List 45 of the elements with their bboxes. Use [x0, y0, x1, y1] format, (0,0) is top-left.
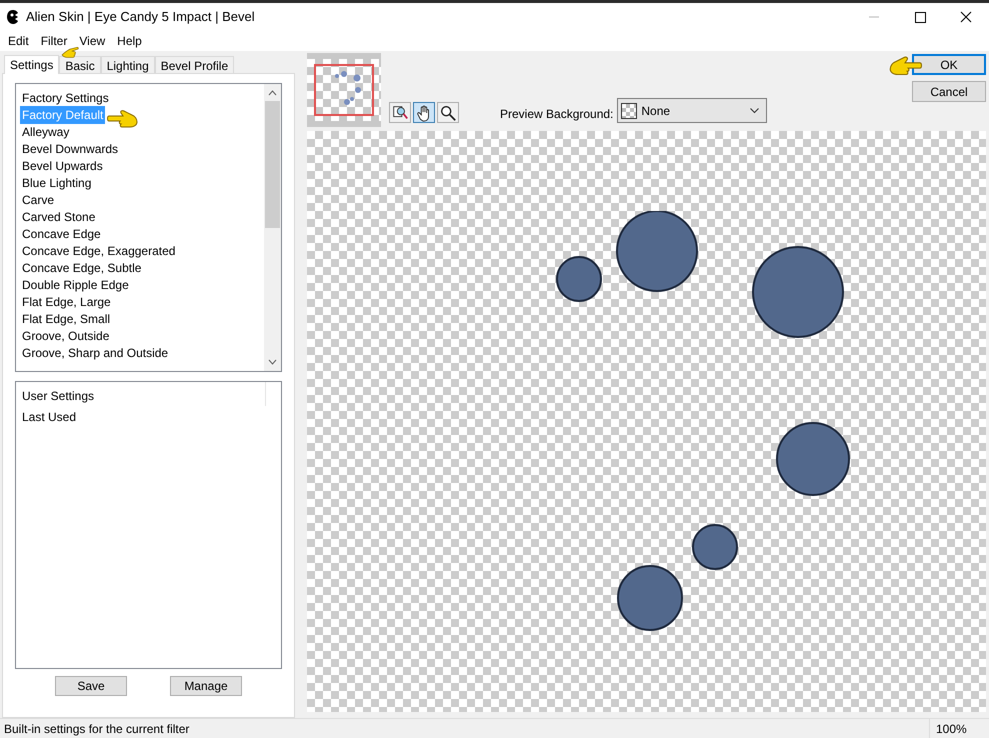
preset-item[interactable]: Groove, Sharp and Outside: [20, 344, 170, 362]
dialog-button[interactable]: Cancel: [912, 81, 986, 102]
zoom-icon[interactable]: [437, 102, 459, 123]
list-header: Factory Settings: [21, 90, 110, 106]
status-text: Built-in settings for the current filter: [3, 720, 190, 738]
dialog-button[interactable]: OK: [912, 54, 986, 75]
navigator-icon[interactable]: [389, 102, 411, 123]
tab[interactable]: Basic: [59, 56, 101, 73]
preset-item[interactable]: Bevel Upwards: [20, 156, 105, 174]
preview-thumbnail[interactable]: [307, 53, 381, 127]
app-logo-icon: [6, 9, 20, 25]
preset-item[interactable]: Flat Edge, Large: [20, 292, 113, 310]
dropdown-caret-icon: [750, 108, 760, 114]
preset-item[interactable]: Carve: [20, 190, 56, 208]
preset-item[interactable]: Bevel Downwards: [20, 140, 120, 158]
preset-item[interactable]: Blue Lighting: [20, 174, 94, 192]
tab[interactable]: Bevel Profile: [154, 56, 234, 73]
window-title: Alien Skin | Eye Candy 5 Impact | Bevel: [26, 8, 255, 26]
preset-item[interactable]: Concave Edge: [20, 224, 103, 242]
preview-background-dropdown[interactable]: None: [617, 98, 768, 123]
preset-item[interactable]: Double Ripple Edge: [20, 276, 131, 294]
preset-item[interactable]: Last Used: [22, 408, 76, 426]
swatch-icon: [621, 102, 638, 118]
menu-item[interactable]: View: [73, 32, 112, 50]
preset-item[interactable]: Concave Edge, Subtle: [20, 258, 144, 276]
tab[interactable]: Lighting: [100, 56, 155, 73]
menu-item[interactable]: Edit: [2, 32, 35, 50]
hand-icon[interactable]: [413, 102, 435, 123]
scrollbar[interactable]: [264, 84, 281, 371]
tab[interactable]: Settings: [4, 55, 60, 74]
preset-item[interactable]: Carved Stone: [20, 208, 98, 226]
list-header: User Settings: [22, 388, 96, 405]
preview-canvas[interactable]: [307, 131, 986, 712]
settings-button[interactable]: Save: [55, 676, 127, 696]
menu-item[interactable]: Help: [111, 32, 148, 50]
scroll-thumb[interactable]: [265, 101, 280, 228]
zoom-level: 100%: [936, 720, 967, 738]
settings-button[interactable]: Manage: [170, 676, 242, 696]
preview-background-label: Preview Background:: [500, 106, 614, 123]
preset-item[interactable]: Alleyway: [20, 122, 72, 140]
preset-item[interactable]: Concave Edge, Exaggerated: [20, 242, 178, 260]
preset-item[interactable]: Flat Edge, Small: [20, 310, 112, 328]
preset-item[interactable]: Groove, Outside: [20, 326, 112, 344]
preview-area-frame-drawing: [314, 64, 374, 116]
menu-item[interactable]: Filter: [34, 32, 74, 50]
